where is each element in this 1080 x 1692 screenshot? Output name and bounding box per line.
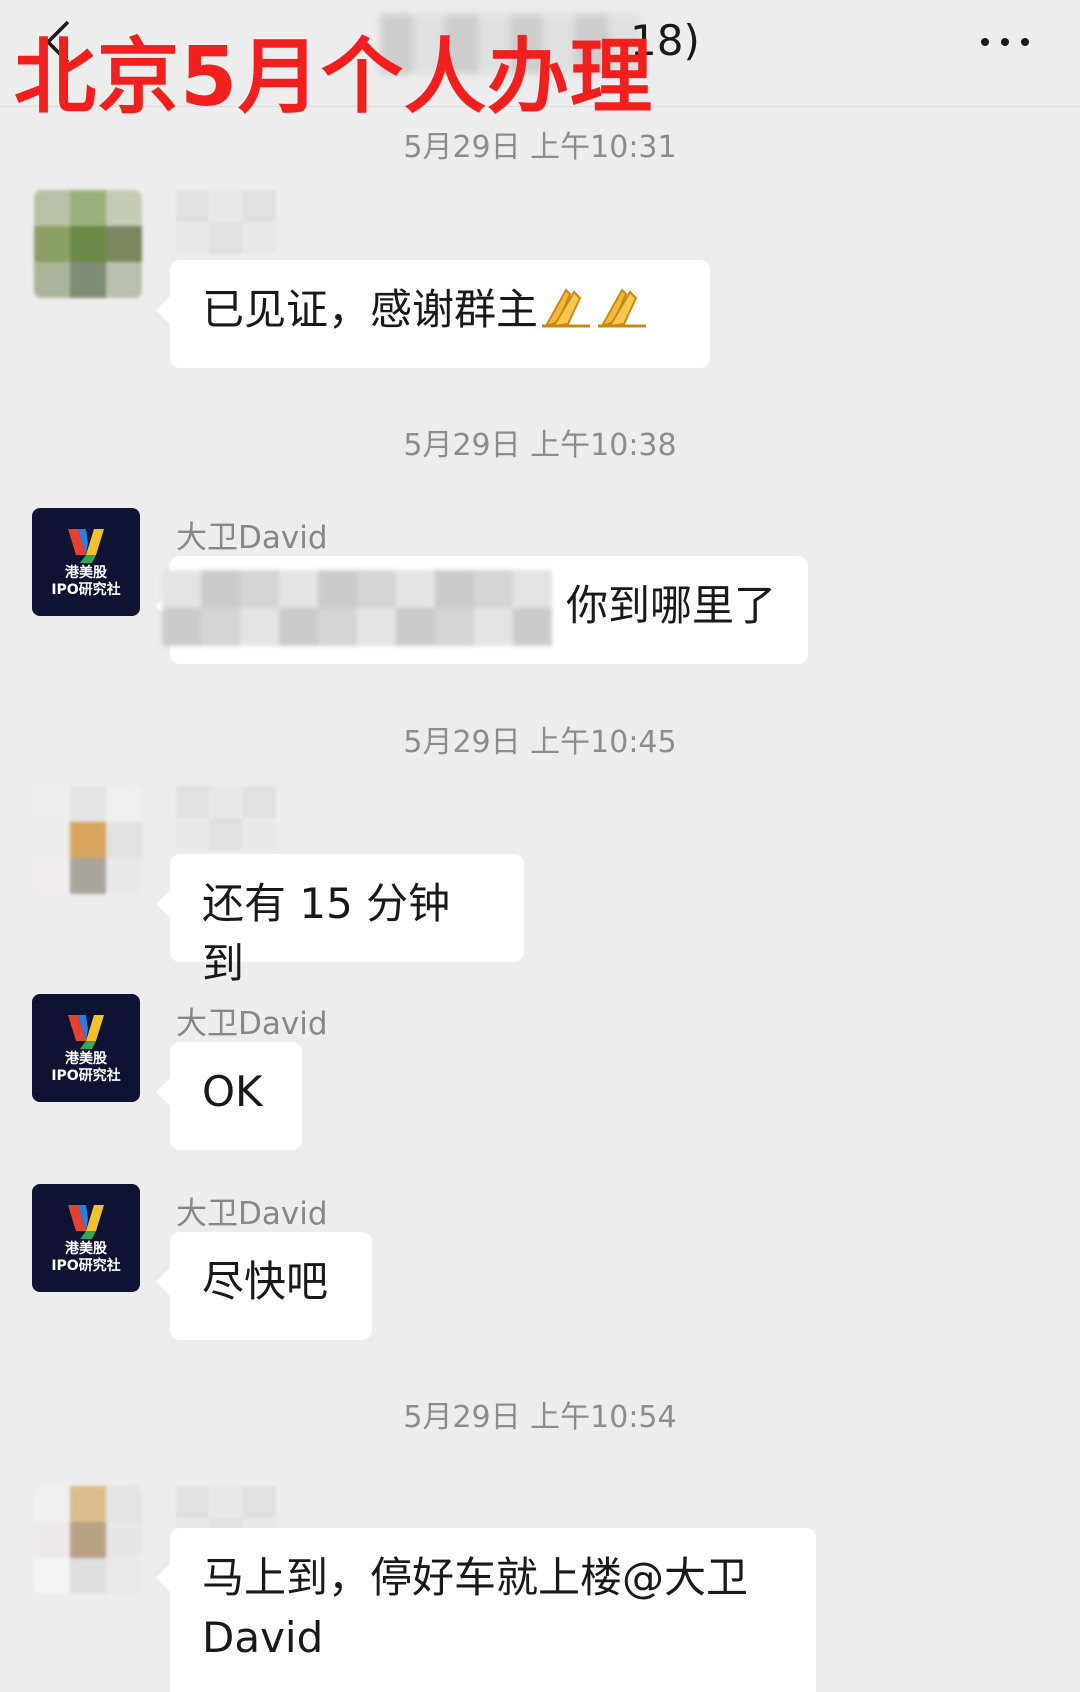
sender-name: 大卫David	[176, 520, 328, 556]
avatar[interactable]	[34, 1486, 142, 1594]
timestamp: 5月29日 上午10:31	[403, 130, 677, 165]
message-bubble[interactable]: 还有 15 分钟到	[156, 854, 524, 988]
more-icon[interactable]	[975, 30, 1035, 54]
message-text: 还有 15 分钟到	[202, 879, 451, 988]
avatar[interactable]	[34, 190, 142, 298]
overlay-caption: 北京5月个人办理	[14, 30, 654, 125]
redaction-mosaic	[162, 570, 552, 646]
timestamp: 5月29日 上午10:54	[403, 1400, 677, 1435]
avatar[interactable]: 港美股 IPO研究社	[32, 994, 140, 1102]
message-text: OK	[202, 1067, 263, 1116]
sender-name: 大卫David	[176, 1006, 328, 1042]
message-text: 已见证，感谢群主	[202, 285, 539, 334]
message-text: 尽快吧	[202, 1257, 329, 1306]
logo-text: IPO研究社	[51, 582, 121, 598]
brand-logo-icon	[68, 1015, 104, 1049]
logo-text: IPO研究社	[51, 1068, 121, 1084]
timestamp: 5月29日 上午10:45	[403, 725, 677, 760]
avatar[interactable]	[34, 786, 142, 894]
message-text: 你到哪里了	[565, 581, 776, 630]
avatar[interactable]: 港美股 IPO研究社	[32, 508, 140, 616]
sender-name-redacted	[176, 190, 276, 254]
sender-name: 大卫David	[176, 1196, 328, 1232]
message-bubble[interactable]: 已见证，感谢群主	[156, 260, 710, 368]
message-bubble[interactable]: 马上到，停好车就上楼@大卫 David	[156, 1528, 816, 1692]
avatar[interactable]: 港美股 IPO研究社	[32, 1184, 140, 1292]
message-bubble[interactable]: 尽快吧	[156, 1232, 372, 1340]
message-text: David	[202, 1613, 324, 1662]
logo-text: 港美股	[65, 565, 107, 581]
sender-name-redacted	[176, 786, 276, 850]
brand-logo-icon	[68, 1205, 104, 1239]
logo-text: 港美股	[65, 1241, 107, 1257]
pray-icon	[542, 288, 591, 328]
message-text: 马上到，停好车就上楼@大卫	[202, 1553, 749, 1602]
brand-logo-icon	[68, 529, 104, 563]
pray-icon	[598, 288, 647, 328]
timestamp: 5月29日 上午10:38	[403, 428, 677, 463]
message-bubble[interactable]: OK	[156, 1042, 302, 1150]
logo-text: IPO研究社	[51, 1258, 121, 1274]
logo-text: 港美股	[65, 1051, 107, 1067]
